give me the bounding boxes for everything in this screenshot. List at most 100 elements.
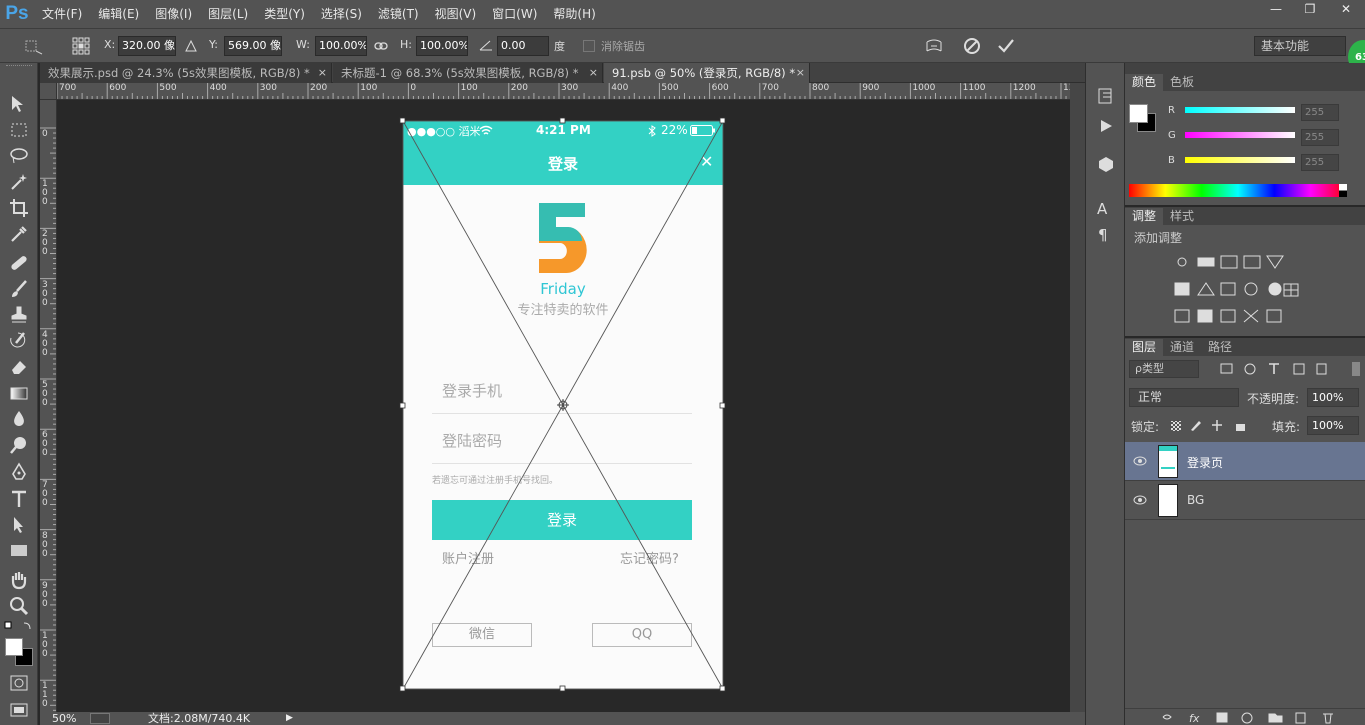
brightness-contrast-icon[interactable] <box>1177 257 1187 267</box>
pen-tool-icon[interactable] <box>8 462 30 484</box>
menu-filter[interactable]: 滤镜(T) <box>370 0 427 28</box>
tab-close-icon[interactable]: × <box>318 63 327 83</box>
link-icon[interactable] <box>374 40 388 52</box>
menu-view[interactable]: 视图(V) <box>427 0 485 28</box>
hue-saturation-icon[interactable] <box>1174 282 1190 296</box>
tab-effect-display[interactable]: 效果展示.psd @ 24.3% (5s效果图模板, RGB/8) * × <box>40 63 332 83</box>
menu-window[interactable]: 窗口(W) <box>484 0 545 28</box>
delta-icon[interactable] <box>185 40 197 52</box>
photo-filter-icon[interactable] <box>1244 282 1258 296</box>
magic-wand-icon[interactable] <box>8 171 30 193</box>
transform-tool-icon[interactable] <box>22 37 44 55</box>
vibrance-icon[interactable] <box>1266 255 1284 269</box>
workspace-select[interactable]: 基本功能 <box>1254 36 1346 56</box>
new-adjustment-icon[interactable] <box>1241 712 1253 724</box>
exposure-icon[interactable] <box>1243 255 1261 269</box>
commit-transform-icon[interactable] <box>997 37 1015 55</box>
warp-mode-icon[interactable] <box>925 37 943 55</box>
red-value[interactable]: 255 <box>1301 104 1339 121</box>
invert-icon[interactable] <box>1174 309 1190 323</box>
adjustment-filter-icon[interactable] <box>1244 363 1256 375</box>
transform-bounding-box[interactable] <box>395 114 731 698</box>
antialias-checkbox[interactable] <box>583 40 595 52</box>
fx-icon[interactable]: fx <box>1189 712 1200 725</box>
marquee-tool-icon[interactable] <box>8 119 30 141</box>
zoom-level[interactable]: 50% <box>52 712 76 725</box>
gradient-tool-icon[interactable] <box>8 382 30 404</box>
tab-color[interactable]: 颜色 <box>1125 74 1164 91</box>
gradient-map-icon[interactable] <box>1266 309 1282 323</box>
path-selection-icon[interactable] <box>8 514 30 536</box>
lasso-tool-icon[interactable] <box>8 145 30 167</box>
tab-close-icon[interactable]: × <box>589 63 598 83</box>
ruler-origin[interactable] <box>40 83 57 100</box>
y-field[interactable]: 569.00 像素 <box>224 36 282 56</box>
opacity-field[interactable]: 100% <box>1307 388 1359 407</box>
status-arrow-icon[interactable]: ▶ <box>286 712 293 725</box>
red-slider[interactable] <box>1185 107 1295 113</box>
restore-button[interactable]: ❐ <box>1293 0 1327 18</box>
fg-color-chip[interactable] <box>1129 104 1148 123</box>
add-mask-icon[interactable] <box>1216 712 1228 723</box>
tab-paths[interactable]: 路径 <box>1201 339 1239 356</box>
rectangle-tool-icon[interactable] <box>8 540 30 562</box>
tab-close-icon[interactable]: × <box>796 63 805 83</box>
layer-name[interactable]: BG <box>1187 493 1204 507</box>
layer-row-login[interactable]: 登录页 <box>1125 442 1365 481</box>
green-slider[interactable] <box>1185 132 1295 138</box>
lock-all-icon[interactable] <box>1236 424 1245 431</box>
3d-panel-icon[interactable] <box>1097 155 1115 173</box>
tab-channels[interactable]: 通道 <box>1163 339 1201 356</box>
color-lookup-icon[interactable] <box>1282 282 1300 298</box>
threshold-icon[interactable] <box>1220 309 1236 323</box>
reference-point-icon[interactable] <box>72 37 90 55</box>
green-value[interactable]: 255 <box>1301 129 1339 146</box>
menu-type[interactable]: 类型(Y) <box>256 0 313 28</box>
type-filter-icon[interactable] <box>1269 363 1279 374</box>
menu-layer[interactable]: 图层(L) <box>200 0 256 28</box>
delete-layer-icon[interactable] <box>1323 713 1333 724</box>
lock-position-icon[interactable] <box>1212 420 1222 431</box>
curves-icon[interactable] <box>1220 255 1238 269</box>
menu-image[interactable]: 图像(I) <box>147 0 200 28</box>
fill-field[interactable]: 100% <box>1307 416 1359 435</box>
history-panel-icon[interactable] <box>1097 87 1115 105</box>
blue-slider[interactable] <box>1185 157 1295 163</box>
paragraph-panel-icon[interactable]: ¶ <box>1098 226 1108 244</box>
new-layer-icon[interactable] <box>1295 712 1306 724</box>
shape-filter-icon[interactable] <box>1293 363 1305 375</box>
cancel-transform-icon[interactable] <box>963 37 981 55</box>
lock-pixels-icon[interactable] <box>1191 421 1201 431</box>
link-layers-icon[interactable] <box>1162 714 1172 720</box>
filter-toggle[interactable] <box>1352 362 1360 376</box>
height-field[interactable]: 100.00% <box>416 36 468 56</box>
healing-brush-icon[interactable] <box>8 252 30 274</box>
quick-mask-icon[interactable] <box>10 675 28 691</box>
blue-value[interactable]: 255 <box>1301 154 1339 171</box>
posterize-icon[interactable] <box>1197 309 1213 323</box>
zoom-tool-icon[interactable] <box>8 595 30 617</box>
levels-icon[interactable] <box>1197 257 1215 267</box>
black-white-icon[interactable] <box>1220 282 1236 296</box>
screen-mode-icon[interactable] <box>10 701 28 717</box>
toolbar-grip[interactable] <box>6 65 32 68</box>
tab-adjustments[interactable]: 调整 <box>1125 208 1164 225</box>
tab-91-psb[interactable]: 91.psb @ 50% (登录页, RGB/8) * × <box>604 63 810 83</box>
dodge-tool-icon[interactable] <box>8 434 30 456</box>
smart-object-filter-icon[interactable] <box>1316 363 1327 375</box>
foreground-color-swatch[interactable] <box>5 638 23 656</box>
layer-filter-select[interactable]: ρ类型 <box>1129 360 1199 378</box>
menu-edit[interactable]: 编辑(E) <box>90 0 147 28</box>
layer-name[interactable]: 登录页 <box>1187 454 1223 471</box>
hand-tool-icon[interactable] <box>8 569 30 591</box>
type-tool-icon[interactable] <box>8 488 30 510</box>
history-brush-icon[interactable] <box>8 330 30 352</box>
layer-row-bg[interactable]: BG <box>1125 481 1365 520</box>
status-preview-icon[interactable] <box>90 713 110 724</box>
blend-mode-select[interactable]: 正常 <box>1129 388 1239 407</box>
move-tool-icon[interactable] <box>8 93 30 115</box>
menu-help[interactable]: 帮助(H) <box>545 0 603 28</box>
x-field[interactable]: 320.00 像素 <box>118 36 176 56</box>
brush-tool-icon[interactable] <box>8 278 30 300</box>
close-button[interactable]: ✕ <box>1327 0 1365 18</box>
